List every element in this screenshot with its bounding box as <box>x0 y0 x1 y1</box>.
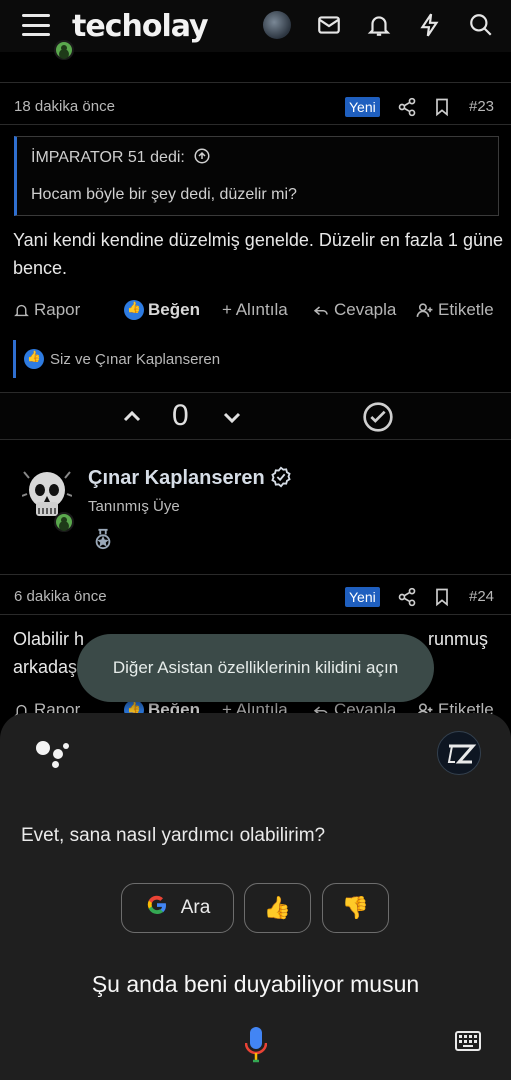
menu-icon[interactable] <box>22 14 50 36</box>
share-icon[interactable] <box>397 97 417 117</box>
tag-button[interactable]: Etiketle <box>415 300 494 320</box>
divider <box>0 82 511 83</box>
check-circle-icon[interactable] <box>362 401 394 433</box>
report-button[interactable]: Rapor <box>13 300 80 320</box>
assistant-toast[interactable]: Diğer Asistan özelliklerinin kilidini aç… <box>77 634 434 702</box>
post-time[interactable]: 18 dakika önce <box>14 98 115 115</box>
vote-count: 0 <box>172 399 189 432</box>
chevron-down-icon[interactable] <box>220 405 244 429</box>
bell-icon <box>14 304 29 316</box>
reactions-bar[interactable]: Siz ve Çınar Kaplanseren <box>13 340 220 378</box>
divider <box>0 614 511 615</box>
microphone-icon[interactable] <box>245 1027 267 1063</box>
post-body-line2-start: arkadaş <box>13 657 78 677</box>
thumbs-up-icon <box>24 349 44 369</box>
author-title: Tanınmış Üye <box>88 498 180 515</box>
post-number[interactable]: #23 <box>469 98 494 115</box>
author-block: Çınar Kaplanseren Tanınmış Üye <box>0 448 511 574</box>
thumbs-up-icon: 👍 <box>263 895 292 920</box>
quote-button[interactable]: + Alıntıla <box>222 300 288 320</box>
post-time[interactable]: 6 dakika önce <box>14 588 107 605</box>
like-button[interactable]: Beğen <box>124 300 200 320</box>
bookmark-icon[interactable] <box>432 587 452 607</box>
search-chip-label: Ara <box>180 897 211 918</box>
post-body-line1-start: Olabilir h <box>13 629 85 649</box>
assistant-logo-icon <box>36 741 70 768</box>
keyboard-icon[interactable] <box>455 1031 481 1051</box>
bolt-icon[interactable] <box>417 12 443 38</box>
online-status-icon <box>54 512 74 532</box>
new-badge: Yeni <box>345 587 380 607</box>
assistant-transcript: Şu anda beni duyabiliyor musun <box>91 971 420 997</box>
new-badge: Yeni <box>345 97 380 117</box>
thumbs-up-chip[interactable]: 👍 <box>244 883 311 933</box>
site-logo[interactable]: techolay <box>72 9 209 44</box>
arrow-up-circle-icon[interactable] <box>193 147 211 165</box>
divider <box>0 124 511 125</box>
search-chip[interactable]: Ara <box>121 883 234 933</box>
quote-author[interactable]: İMPARATOR 51 dedi: <box>31 147 211 167</box>
bell-icon[interactable] <box>366 12 392 38</box>
thumbs-up-icon <box>124 300 144 320</box>
medal-icon[interactable] <box>92 526 114 552</box>
reactions-text[interactable]: Siz ve Çınar Kaplanseren <box>50 351 220 368</box>
share-icon[interactable] <box>397 587 417 607</box>
vote-bar: 0 <box>0 392 511 440</box>
post-body-line1-end: runmuş <box>428 629 489 649</box>
post-number[interactable]: #24 <box>469 588 494 605</box>
user-plus-icon <box>416 302 433 317</box>
quote-block: İMPARATOR 51 dedi: Hocam böyle bir şey d… <box>14 136 499 216</box>
bookmark-icon[interactable] <box>432 97 452 117</box>
search-icon[interactable] <box>468 12 494 38</box>
assistant-question: Evet, sana nasıl yardımcı olabilirim? <box>21 825 326 846</box>
avatar[interactable] <box>263 11 291 39</box>
thumbs-down-chip[interactable]: 👎 <box>322 883 389 933</box>
previous-avatar <box>28 40 78 70</box>
divider <box>0 574 511 575</box>
post-body: Yani kendi kendine düzelmiş genelde. Düz… <box>13 230 503 278</box>
author-name[interactable]: Çınar Kaplanseren <box>88 466 292 490</box>
mail-icon[interactable] <box>316 12 342 38</box>
thumbs-down-icon: 👎 <box>341 895 370 920</box>
online-status-icon <box>54 40 74 60</box>
quote-text: Hocam böyle bir şey dedi, düzelir mi? <box>31 186 297 203</box>
reply-button[interactable]: Cevapla <box>312 300 396 320</box>
app-icon[interactable] <box>437 731 481 775</box>
reply-icon <box>313 306 328 316</box>
google-icon <box>145 893 169 923</box>
verified-icon <box>271 466 291 488</box>
assistant-panel: Evet, sana nasıl yardımcı olabilirim? Ar… <box>0 713 511 1080</box>
chevron-up-icon[interactable] <box>120 405 144 429</box>
